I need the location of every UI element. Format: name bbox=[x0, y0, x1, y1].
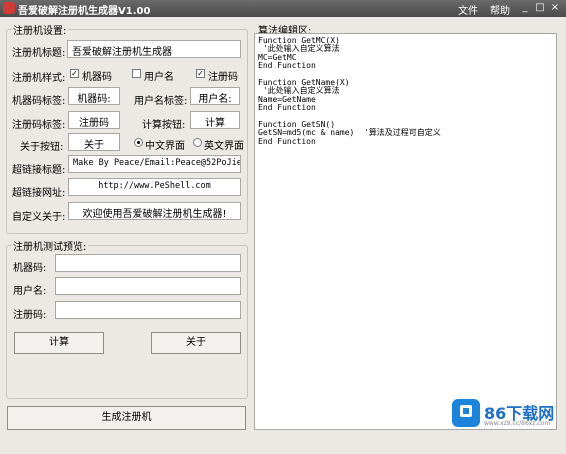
minimize-button[interactable]: _ bbox=[518, 1, 532, 15]
about-btn-tag-label: 关于按钮: bbox=[20, 142, 64, 153]
preview-calc-button[interactable]: 计算 bbox=[14, 332, 104, 354]
generate-button[interactable]: 生成注册机 bbox=[7, 406, 246, 430]
about-btn-tag-input[interactable]: 关于 bbox=[68, 133, 120, 151]
lang-chinese-radio[interactable] bbox=[134, 138, 143, 147]
algo-code[interactable]: Function GetMC(X) '此处输入自定义算法 MC=GetMC En… bbox=[255, 34, 556, 149]
link-title-input[interactable]: Make By Peace/Email:Peace@52PoJie.Cn bbox=[68, 155, 241, 173]
calc-btn-tag-label: 计算按钮: bbox=[142, 120, 186, 131]
menu-file[interactable]: 文件 bbox=[458, 2, 478, 17]
username-tag-label: 用户名标签: bbox=[134, 96, 188, 107]
preview-reg-label: 注册码: bbox=[13, 310, 47, 321]
maximize-button[interactable]: □ bbox=[533, 1, 547, 15]
lang-chinese-label: 中文界面 bbox=[145, 141, 185, 152]
style-reg-checkbox[interactable]: ✓ bbox=[196, 69, 205, 78]
window-title: 吾爱破解注册机生成器V1.00 bbox=[18, 6, 151, 17]
preview-user-label: 用户名: bbox=[13, 286, 47, 297]
calc-btn-tag-input[interactable]: 计算 bbox=[190, 111, 240, 129]
preview-about-button[interactable]: 关于 bbox=[151, 332, 241, 354]
link-url-label: 超链接网址: bbox=[12, 188, 66, 199]
link-url-input[interactable]: http://www.PeShell.com bbox=[68, 178, 241, 196]
style-reg-label: 注册码 bbox=[208, 72, 238, 83]
style-label: 注册机样式: bbox=[12, 73, 66, 84]
close-button[interactable]: × bbox=[548, 1, 562, 15]
style-user-checkbox[interactable] bbox=[132, 69, 141, 78]
watermark-logo-icon bbox=[452, 399, 480, 427]
preview-user-input[interactable] bbox=[55, 277, 241, 295]
style-machine-checkbox[interactable]: ✓ bbox=[70, 69, 79, 78]
lang-english-label: 英文界面 bbox=[204, 141, 244, 152]
style-machine-label: 机器码 bbox=[82, 72, 112, 83]
preview-machine-input[interactable] bbox=[55, 254, 241, 272]
app-window: 吾爱破解注册机生成器V1.00 文件 帮助 _ □ × 注册机设置: 注册机标题… bbox=[0, 0, 566, 454]
settings-legend: 注册机设置: bbox=[13, 26, 67, 37]
machine-tag-label: 机器码标签: bbox=[12, 96, 66, 107]
algo-editor[interactable]: Function GetMC(X) '此处输入自定义算法 MC=GetMC En… bbox=[254, 33, 557, 430]
lang-english-radio[interactable] bbox=[193, 138, 202, 147]
regcode-tag-label: 注册码标签: bbox=[12, 120, 66, 131]
regcode-tag-input[interactable]: 注册码 bbox=[68, 111, 120, 129]
preview-machine-label: 机器码: bbox=[13, 263, 47, 274]
custom-about-label: 自定义关于: bbox=[12, 212, 66, 223]
link-title-label: 超链接标题: bbox=[12, 165, 66, 176]
title-bar: 吾爱破解注册机生成器V1.00 文件 帮助 _ □ × bbox=[0, 0, 566, 17]
machine-tag-input[interactable]: 机器码: bbox=[68, 87, 120, 105]
app-icon bbox=[3, 2, 15, 14]
watermark-url: www.xz9.cc/86xz.com bbox=[484, 420, 551, 427]
style-user-label: 用户名 bbox=[144, 72, 174, 83]
title-label: 注册机标题: bbox=[12, 48, 66, 59]
username-tag-input[interactable]: 用户名: bbox=[190, 87, 240, 105]
title-input[interactable]: 吾爱破解注册机生成器 bbox=[67, 40, 241, 58]
menu-help[interactable]: 帮助 bbox=[490, 2, 510, 17]
custom-about-input[interactable]: 欢迎使用吾爱破解注册机生成器! bbox=[68, 202, 241, 220]
watermark: 86下载网 www.xz9.cc/86xz.com bbox=[452, 397, 560, 433]
preview-legend: 注册机测试预览: bbox=[13, 242, 87, 253]
preview-reg-input[interactable] bbox=[55, 301, 241, 319]
